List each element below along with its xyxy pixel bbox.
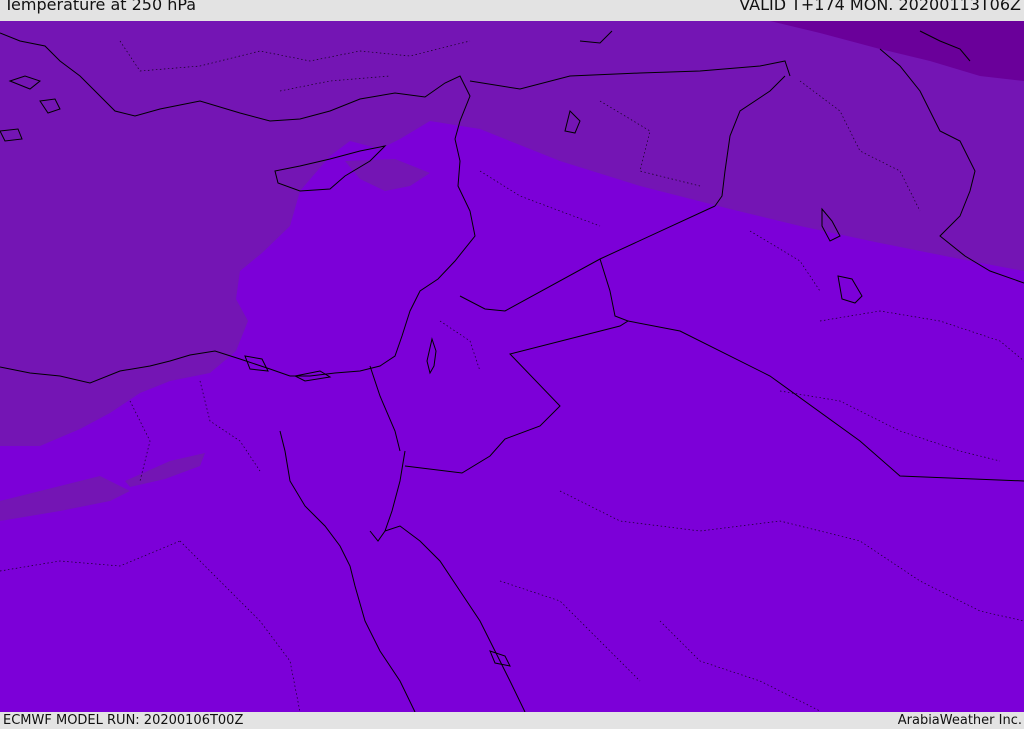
valid-time-label: VALID T+174 MON. 20200113T06Z (739, 0, 1021, 14)
map-title: Temperature at 250 hPa (4, 0, 197, 14)
map-canvas (0, 21, 1024, 712)
map-header: Temperature at 250 hPa VALID T+174 MON. … (0, 0, 1024, 22)
map-footer: ECMWF MODEL RUN: 20200106T00Z ArabiaWeat… (0, 712, 1024, 729)
weather-map (0, 21, 1024, 712)
credit-label: ArabiaWeather Inc. (897, 713, 1022, 728)
model-run-label: ECMWF MODEL RUN: 20200106T00Z (3, 713, 244, 728)
